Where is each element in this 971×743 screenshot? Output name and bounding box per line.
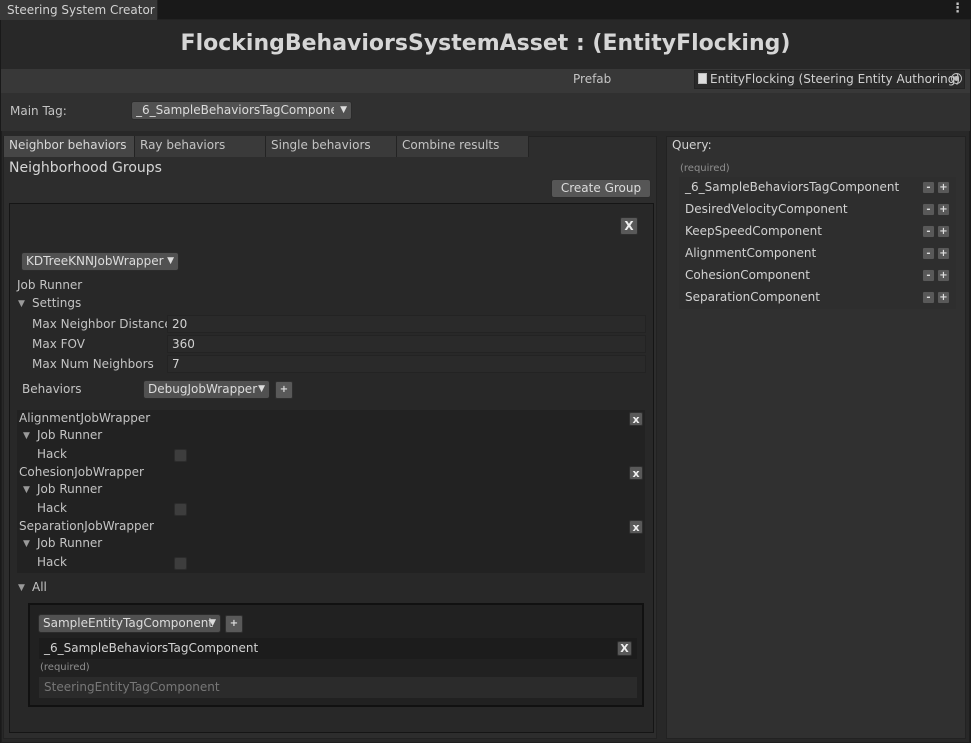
close-group-button[interactable]: X bbox=[620, 217, 638, 235]
chevron-down-icon: ▼ bbox=[209, 618, 216, 628]
chevron-down-icon: ▼ bbox=[258, 384, 265, 394]
object-picker-icon[interactable] bbox=[951, 73, 962, 84]
tab-single-behaviors[interactable]: Single behaviors bbox=[266, 136, 397, 157]
foldout-arrow-icon[interactable]: ▼ bbox=[23, 485, 30, 495]
window-tab[interactable]: Steering System Creator bbox=[0, 0, 158, 20]
max-fov-field[interactable]: 360 bbox=[167, 335, 646, 353]
query-item-label: SeparationComponent bbox=[685, 290, 820, 304]
job-runner-foldout[interactable]: Job Runner bbox=[37, 536, 102, 550]
query-item-label: CohesionComponent bbox=[685, 268, 810, 282]
prefab-object-field[interactable]: EntityFlocking (Steering Entity Authorin… bbox=[694, 70, 965, 89]
minus-button[interactable]: - bbox=[922, 247, 935, 260]
job-runner-label: Job Runner bbox=[17, 278, 83, 292]
hack-label: Hack bbox=[37, 447, 67, 461]
foldout-arrow-icon[interactable]: ▼ bbox=[18, 299, 25, 309]
minus-button[interactable]: - bbox=[922, 269, 935, 282]
hack-checkbox[interactable] bbox=[174, 449, 187, 462]
query-item-label: KeepSpeedComponent bbox=[685, 224, 822, 238]
add-all-component-button[interactable]: + bbox=[225, 615, 243, 633]
foldout-arrow-icon[interactable]: ▼ bbox=[18, 583, 25, 593]
chevron-down-icon: ▼ bbox=[340, 105, 347, 115]
all-foldout[interactable]: All bbox=[32, 580, 47, 594]
plus-button[interactable]: + bbox=[937, 225, 950, 238]
job-runner-foldout[interactable]: Job Runner bbox=[37, 482, 102, 496]
remove-all-item-button[interactable]: X bbox=[617, 641, 632, 656]
query-item-label: _6_SampleBehaviorsTagComponent bbox=[685, 180, 900, 194]
minus-button[interactable]: - bbox=[922, 225, 935, 238]
all-component-dropdown[interactable]: SampleEntityTagComponent ▼ bbox=[38, 614, 221, 633]
wrapper-dropdown[interactable]: KDTreeKNNJobWrapper ▼ bbox=[21, 252, 179, 271]
neighborhood-groups-title: Neighborhood Groups bbox=[9, 160, 162, 176]
foldout-arrow-icon[interactable]: ▼ bbox=[23, 431, 30, 441]
max-num-neighbors-field[interactable]: 7 bbox=[167, 355, 646, 373]
query-item: AlignmentComponent bbox=[679, 243, 956, 265]
required-item-label: SteeringEntityTagComponent bbox=[44, 680, 220, 694]
query-item-label: AlignmentComponent bbox=[685, 246, 817, 260]
remove-behavior-button[interactable]: x bbox=[629, 412, 643, 426]
query-required-label: (required) bbox=[680, 163, 730, 174]
hack-checkbox[interactable] bbox=[174, 503, 187, 516]
query-title: Query: bbox=[672, 138, 712, 152]
wrapper-value: KDTreeKNNJobWrapper bbox=[26, 254, 164, 268]
settings-foldout[interactable]: Settings bbox=[32, 296, 81, 310]
plus-button[interactable]: + bbox=[937, 291, 950, 304]
kebab-icon[interactable]: ⋮ bbox=[951, 1, 964, 17]
picker-dot bbox=[954, 76, 959, 81]
behavior-name: CohesionJobWrapper bbox=[19, 465, 144, 479]
behavior-name: AlignmentJobWrapper bbox=[19, 411, 151, 425]
script-icon bbox=[698, 73, 707, 84]
plus-button[interactable]: + bbox=[937, 269, 950, 282]
query-item: SeparationComponent bbox=[679, 287, 956, 309]
behavior-name: SeparationJobWrapper bbox=[19, 519, 154, 533]
query-item: KeepSpeedComponent bbox=[679, 221, 956, 243]
plus-button[interactable]: + bbox=[937, 203, 950, 216]
required-label: (required) bbox=[40, 662, 90, 673]
max-fov-label: Max FOV bbox=[32, 337, 85, 351]
minus-button[interactable]: - bbox=[922, 291, 935, 304]
behaviors-label: Behaviors bbox=[22, 382, 82, 396]
prefab-label: Prefab bbox=[573, 72, 612, 86]
query-item: _6_SampleBehaviorsTagComponent bbox=[679, 177, 956, 199]
minus-button[interactable]: - bbox=[922, 181, 935, 194]
foldout-arrow-icon[interactable]: ▼ bbox=[23, 539, 30, 549]
max-neighbor-distance-label: Max Neighbor Distance bbox=[32, 317, 172, 331]
behaviors-dropdown[interactable]: DebugJobWrapper ▼ bbox=[143, 380, 270, 399]
plus-button[interactable]: + bbox=[937, 247, 950, 260]
behaviors-value: DebugJobWrapper bbox=[148, 382, 258, 396]
plus-button[interactable]: + bbox=[937, 181, 950, 194]
prefab-value: EntityFlocking (Steering Entity Authorin… bbox=[710, 72, 961, 86]
query-item-label: DesiredVelocityComponent bbox=[685, 202, 848, 216]
job-runner-foldout[interactable]: Job Runner bbox=[37, 428, 102, 442]
all-item-label: _6_SampleBehaviorsTagComponent bbox=[44, 641, 259, 655]
hack-checkbox[interactable] bbox=[174, 557, 187, 570]
behaviors-list bbox=[17, 410, 645, 573]
remove-behavior-button[interactable]: x bbox=[629, 520, 643, 534]
max-num-neighbors-label: Max Num Neighbors bbox=[32, 357, 154, 371]
all-component-value: SampleEntityTagComponent bbox=[43, 616, 214, 630]
page-title: FlockingBehaviorsSystemAsset : (EntityFl… bbox=[180, 31, 791, 56]
create-group-button[interactable]: Create Group bbox=[551, 179, 651, 198]
add-behavior-button[interactable]: + bbox=[275, 381, 293, 399]
main-tag-label: Main Tag: bbox=[10, 104, 67, 118]
main-tag-value: _6_SampleBehaviorsTagComponent bbox=[136, 103, 334, 117]
tab-combine-results[interactable]: Combine results bbox=[397, 136, 529, 157]
query-item: DesiredVelocityComponent bbox=[679, 199, 956, 221]
tab-ray-behaviors[interactable]: Ray behaviors bbox=[135, 136, 266, 157]
query-item: CohesionComponent bbox=[679, 265, 956, 287]
tab-neighbor-behaviors[interactable]: Neighbor behaviors bbox=[4, 136, 135, 157]
remove-behavior-button[interactable]: x bbox=[629, 466, 643, 480]
hack-label: Hack bbox=[37, 555, 67, 569]
main-tag-dropdown[interactable]: _6_SampleBehaviorsTagComponent ▼ bbox=[131, 101, 352, 120]
max-neighbor-distance-field[interactable]: 20 bbox=[167, 315, 646, 333]
minus-button[interactable]: - bbox=[922, 203, 935, 216]
chevron-down-icon: ▼ bbox=[167, 256, 174, 266]
hack-label: Hack bbox=[37, 501, 67, 515]
